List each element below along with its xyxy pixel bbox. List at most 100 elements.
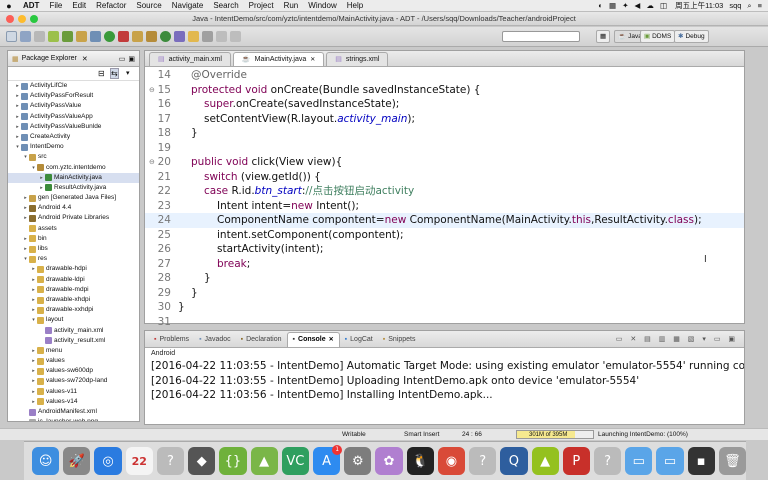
tree-item[interactable]: ▸ ActivityLifCle	[8, 81, 139, 91]
collapsed-arrow-icon[interactable]: ▸	[30, 356, 37, 366]
console-tab-problems[interactable]: ▪ Problems	[149, 332, 194, 347]
code-line[interactable]: 19	[145, 141, 744, 156]
console-tab-javadoc[interactable]: ▪ Javadoc	[194, 332, 236, 347]
tree-item[interactable]: ▾ res	[8, 254, 139, 264]
expanded-arrow-icon[interactable]: ▾	[22, 152, 29, 162]
quick-access-input[interactable]	[502, 31, 580, 42]
photos-icon[interactable]: ✿	[375, 447, 403, 475]
console-output[interactable]: [2016-04-22 11:03:55 - IntentDemo] Autom…	[145, 359, 744, 403]
print-icon[interactable]	[34, 31, 45, 42]
collapsed-arrow-icon[interactable]: ▸	[30, 346, 37, 356]
collapsed-arrow-icon[interactable]: ▸	[30, 285, 37, 295]
aptana-icon[interactable]: ◆	[188, 447, 216, 475]
code-line[interactable]: 31	[145, 315, 744, 330]
collapsed-arrow-icon[interactable]: ▸	[22, 244, 29, 254]
maximize-view-icon[interactable]: ▣	[128, 55, 135, 63]
tree-item[interactable]: ▸ values-sw600dp	[8, 366, 139, 376]
tree-item[interactable]: ▸ drawable-mdpi	[8, 285, 139, 295]
collapsed-arrow-icon[interactable]: ▸	[14, 132, 21, 142]
console-tab-snippets[interactable]: ▪ Snippets	[378, 332, 421, 347]
tree-item[interactable]: ▸ drawable-xhdpi	[8, 295, 139, 305]
menu-help[interactable]: Help	[342, 1, 368, 10]
collapsed-arrow-icon[interactable]: ▸	[22, 213, 29, 223]
menu-navigate[interactable]: Navigate	[167, 1, 209, 10]
collapsed-arrow-icon[interactable]: ▸	[30, 305, 37, 315]
new-class-icon[interactable]	[160, 31, 171, 42]
collapsed-arrow-icon[interactable]: ▸	[14, 112, 21, 122]
console-tab-declaration[interactable]: ▪ Declaration	[236, 332, 287, 347]
collapsed-arrow-icon[interactable]: ▸	[30, 295, 37, 305]
collapsed-arrow-icon[interactable]: ▸	[14, 91, 21, 101]
code-line[interactable]: 21 switch (view.getId()) {	[145, 170, 744, 185]
code-line[interactable]: 22 case R.id.btn_start://点击按钮启动activity	[145, 184, 744, 199]
console-tab-logcat[interactable]: ▪ LogCat	[340, 332, 378, 347]
lint-icon[interactable]	[76, 31, 87, 42]
collapsed-arrow-icon[interactable]: ▸	[22, 203, 29, 213]
tree-item[interactable]: ▸ ActivityPassValueApp	[8, 112, 139, 122]
finder-icon[interactable]: ☺	[32, 447, 60, 475]
tree-item[interactable]: activity_result.xml	[8, 336, 139, 346]
wps-icon[interactable]: P	[562, 447, 590, 475]
qq-icon[interactable]: 🐧	[406, 447, 434, 475]
tree-item[interactable]: ▾ src	[8, 152, 139, 162]
settings-icon[interactable]: ⚙	[344, 447, 372, 475]
collapsed-arrow-icon[interactable]: ▸	[14, 81, 21, 91]
save-icon[interactable]	[20, 31, 31, 42]
menu-project[interactable]: Project	[244, 1, 279, 10]
quicktime-icon[interactable]: Q	[500, 447, 528, 475]
menu-file[interactable]: File	[44, 1, 67, 10]
zoom-window-button[interactable]	[30, 15, 38, 23]
code-line[interactable]: 29}	[145, 286, 744, 301]
tree-item[interactable]: ▸ libs	[8, 244, 139, 254]
search-icon[interactable]: ⌕	[747, 1, 751, 11]
collapsed-arrow-icon[interactable]: ▸	[30, 376, 37, 386]
search-toolbar-icon[interactable]	[188, 31, 199, 42]
appstore-icon[interactable]: A1	[312, 445, 343, 475]
view-menu-icon[interactable]: ▾	[126, 69, 130, 77]
menu-edit[interactable]: Edit	[67, 1, 91, 10]
tree-item[interactable]: AndroidManifest.xml	[8, 407, 139, 417]
tree-item[interactable]: ▸ bin	[8, 234, 139, 244]
collapsed-arrow-icon[interactable]: ▸	[38, 183, 45, 193]
open-type-icon[interactable]	[174, 31, 185, 42]
tree-item[interactable]: assets	[8, 224, 139, 234]
expanded-arrow-icon[interactable]: ▾	[22, 254, 29, 264]
annotation-next-icon[interactable]	[202, 31, 213, 42]
code-line[interactable]: 30}	[145, 300, 744, 315]
menu-run[interactable]: Run	[279, 1, 304, 10]
list-icon[interactable]: ≡	[758, 1, 762, 10]
trash-icon[interactable]: 🗑	[718, 447, 747, 475]
menu-search[interactable]: Search	[208, 1, 243, 10]
status-icons[interactable]: ◐ ▦ ✦ ◀ ☁ ◫	[598, 1, 669, 10]
collapsed-arrow-icon[interactable]: ▸	[30, 264, 37, 274]
menubar-clock[interactable]: 周五上午11:03	[675, 0, 723, 11]
tree-item[interactable]: ▾ IntentDemo	[8, 142, 139, 152]
chrome-icon[interactable]: ◉	[437, 447, 466, 475]
tree-item[interactable]: ▸ drawable-hdpi	[8, 264, 139, 274]
link-editor-icon[interactable]: ⇆	[110, 68, 119, 79]
tree-item[interactable]: ▸ Android Private Libraries	[8, 213, 139, 223]
vc-icon[interactable]: VC	[281, 447, 309, 475]
collapsed-arrow-icon[interactable]: ▸	[30, 397, 37, 407]
tree-item[interactable]: ▸ ResultActivity.java	[8, 183, 139, 193]
code-line[interactable]: 16 super.onCreate(savedInstanceState);	[145, 97, 744, 112]
tree-item[interactable]: ▾ com.yztc.intentdemo	[8, 163, 139, 173]
editor-tab-activity_main-xml[interactable]: ▤ activity_main.xml	[149, 52, 231, 66]
collapsed-arrow-icon[interactable]: ▸	[38, 173, 45, 183]
menubar-user[interactable]: sqq	[729, 1, 741, 10]
expanded-arrow-icon[interactable]: ▾	[14, 142, 21, 152]
folder-icon[interactable]: ▭	[625, 447, 653, 475]
collapsed-arrow-icon[interactable]: ▸	[22, 234, 29, 244]
tree-item[interactable]: ▾ layout	[8, 315, 139, 325]
android-sdk-icon[interactable]	[48, 31, 59, 42]
code-line[interactable]: 27 break;	[145, 257, 744, 272]
tree-item[interactable]: activity_main.xml	[8, 326, 139, 336]
code-line[interactable]: 24 ComponentName compontent=new Component…	[145, 213, 744, 228]
external-tools-icon[interactable]	[118, 31, 129, 42]
downloads-icon[interactable]: ▭	[656, 447, 684, 475]
close-tab-icon[interactable]: ✕	[310, 53, 315, 67]
help-icon[interactable]: ?	[156, 447, 185, 475]
safari-icon[interactable]: ◎	[94, 447, 122, 475]
tree-item[interactable]: ▸ values-sw720dp-land	[8, 376, 139, 386]
tree-item[interactable]: ▸ ActivityPassForResult	[8, 91, 139, 101]
